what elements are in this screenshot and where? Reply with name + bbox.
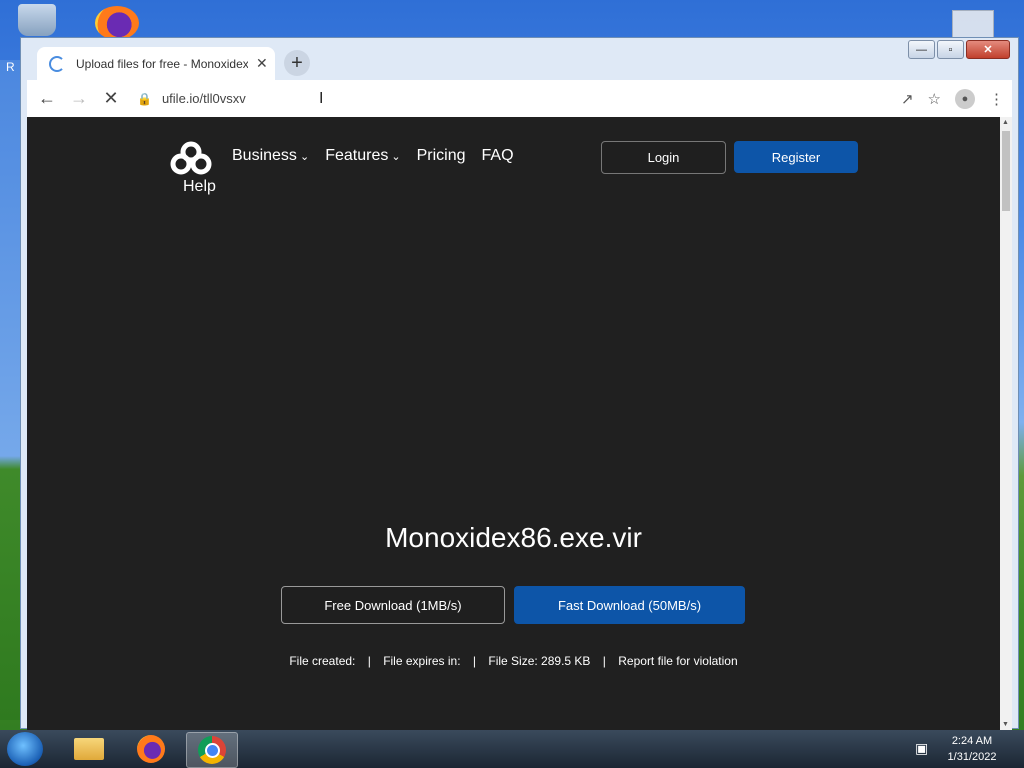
address-bar[interactable]: 🔒 ufile.io/tll0vsxv — [137, 85, 857, 113]
separator: | — [472, 654, 477, 668]
title-bar: Upload files for free - Monoxidex ✕ + — … — [21, 38, 1018, 80]
file-created-label: File created: — [289, 654, 356, 668]
login-button[interactable]: Login — [601, 141, 726, 174]
firefox-desktop-icon[interactable] — [95, 6, 139, 40]
separator: | — [602, 654, 606, 668]
ufile-logo-icon[interactable] — [168, 141, 214, 175]
vertical-scrollbar[interactable]: ▲ ▼ — [1000, 117, 1012, 730]
file-size-label: File Size: 289.5 KB — [488, 654, 591, 668]
desktop-label: R — [6, 60, 15, 74]
file-info-row: File created: | File expires in: | File … — [27, 654, 1000, 668]
site-nav: Business Features Pricing FAQ — [232, 147, 514, 165]
system-clock[interactable]: 2:24 AM 1/31/2022 — [940, 733, 1004, 765]
toolbar-actions: ↗ ☆ ● ⋮ — [901, 88, 1012, 109]
nav-business[interactable]: Business — [232, 147, 309, 165]
firefox-icon — [137, 735, 165, 763]
start-button[interactable] — [7, 732, 43, 766]
file-name-heading: Monoxidex86.exe.vir — [385, 522, 642, 553]
chrome-icon — [198, 736, 226, 764]
separator: | — [367, 654, 371, 668]
browser-window: Upload files for free - Monoxidex ✕ + — … — [20, 37, 1019, 730]
tab-close-icon[interactable]: ✕ — [256, 55, 268, 72]
taskbar-firefox[interactable] — [126, 732, 176, 766]
network-icon[interactable]: ▣ — [915, 740, 928, 757]
clock-date: 1/31/2022 — [947, 751, 997, 763]
stop-loading-icon[interactable]: ✕ — [99, 87, 123, 111]
taskbar: ▣ 2:24 AM 1/31/2022 — [0, 730, 1024, 768]
report-file-link[interactable]: Report file for violation — [618, 654, 737, 668]
nav-help[interactable]: Help — [183, 178, 216, 196]
clock-time: 2:24 AM — [951, 735, 993, 747]
tab-title: Upload files for free - Monoxidex — [76, 56, 248, 71]
text-cursor-icon: I — [319, 90, 324, 107]
menu-dots-icon[interactable]: ⋮ — [989, 90, 1004, 108]
scroll-down-icon[interactable]: ▼ — [1002, 721, 1009, 728]
minimize-button[interactable]: — — [908, 40, 935, 59]
new-tab-button[interactable]: + — [284, 50, 310, 76]
file-expires-label: File expires in: — [383, 654, 461, 668]
forward-arrow-icon[interactable]: → — [67, 87, 91, 111]
page-viewport: Help Business Features Pricing FAQ Login… — [27, 117, 1000, 730]
lock-icon[interactable]: 🔒 — [137, 92, 152, 106]
url-text[interactable]: ufile.io/tll0vsxv — [162, 91, 246, 106]
desktop-left-edge: R — [0, 60, 20, 720]
share-icon[interactable]: ↗ — [901, 90, 914, 108]
nav-pricing[interactable]: Pricing — [417, 147, 466, 165]
browser-toolbar: ← → ✕ 🔒 ufile.io/tll0vsxv I ↗ ☆ ● ⋮ — [27, 80, 1012, 117]
profile-avatar-icon[interactable]: ● — [955, 88, 975, 109]
loading-spinner-icon — [49, 55, 65, 72]
free-download-button[interactable]: Free Download (1MB/s) — [281, 586, 505, 624]
bookmark-star-icon[interactable]: ☆ — [928, 90, 941, 108]
taskbar-chrome[interactable] — [186, 732, 238, 768]
register-button[interactable]: Register — [734, 141, 858, 173]
scroll-up-icon[interactable]: ▲ — [1002, 119, 1009, 126]
window-controls: — ▫ ✕ — [908, 40, 1010, 59]
fast-download-button[interactable]: Fast Download (50MB/s) — [514, 586, 745, 624]
browser-tab[interactable]: Upload files for free - Monoxidex ✕ — [37, 47, 275, 80]
nav-faq[interactable]: FAQ — [482, 147, 514, 165]
maximize-button[interactable]: ▫ — [937, 40, 964, 59]
close-window-button[interactable]: ✕ — [966, 40, 1010, 59]
folder-icon — [74, 738, 104, 760]
taskbar-explorer[interactable] — [64, 732, 114, 766]
nav-features[interactable]: Features — [325, 147, 400, 165]
recycle-bin-icon[interactable] — [18, 4, 56, 36]
scrollbar-thumb[interactable] — [1002, 131, 1010, 211]
back-arrow-icon[interactable]: ← — [35, 87, 59, 111]
